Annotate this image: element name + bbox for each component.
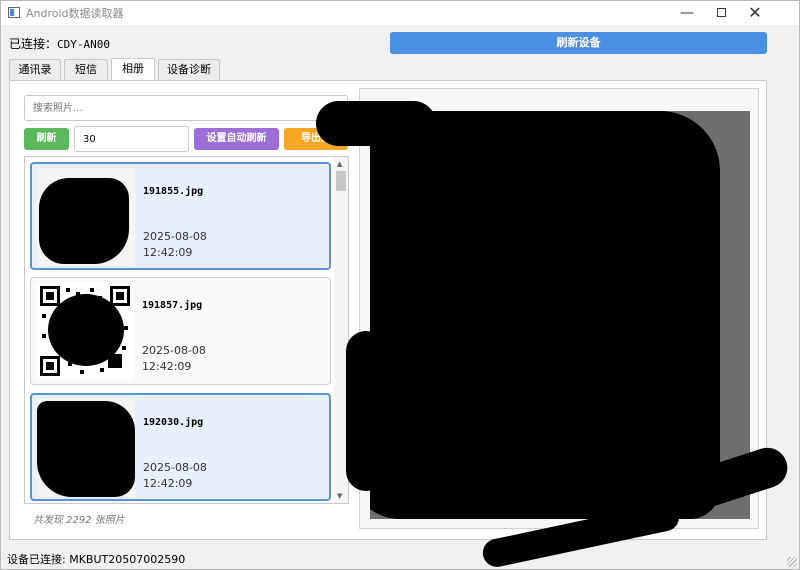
photo-date: 2025-08-08 [143,230,207,243]
connection-status: 已连接：CDY-AN00 [9,35,110,52]
scroll-up-icon[interactable]: ▲ [337,160,342,168]
window-title: Android数据读取器 [26,7,124,20]
tab-album[interactable]: 相册 [111,58,155,81]
redacted-region [39,178,129,264]
connected-device-name: CDY-AN00 [57,38,110,51]
photo-time: 12:42:09 [142,360,192,373]
refresh-device-button[interactable]: 刷新设备 [390,32,767,54]
photo-filename: 191857.jpg [142,300,203,311]
photo-time: 12:42:09 [143,246,193,259]
photo-time: 12:42:09 [143,477,193,490]
title-bar: Android数据读取器 — ✕ [1,1,799,25]
connection-label: 已连接： [9,37,58,51]
tab-sms[interactable]: 短信 [64,59,108,80]
redacted-region [316,101,436,146]
photo-thumbnail [36,282,134,380]
scrollbar-thumb[interactable] [336,171,346,191]
refresh-photos-button[interactable]: 刷新 [24,128,69,150]
photo-filename: 191855.jpg [143,186,204,197]
photo-date: 2025-08-08 [143,461,207,474]
maximize-icon[interactable] [704,1,738,25]
photo-list[interactable]: 191855.jpg 2025-08-08 12:42:09 191857.jp… [24,156,349,504]
resize-grip-icon[interactable] [787,557,797,567]
redacted-region [370,111,720,519]
refresh-interval-input[interactable] [74,126,189,152]
photo-search-input[interactable] [24,95,348,121]
status-bar: 设备已连接: MKBUT20507002590 [7,553,186,566]
redacted-region [346,331,386,491]
photo-preview-panel [359,88,759,529]
photo-thumbnail [37,168,135,266]
photo-preview-image [370,111,750,519]
photo-date: 2025-08-08 [142,344,206,357]
photo-thumbnail [37,399,135,497]
qr-code-icon [40,286,130,376]
redacted-region [37,401,135,497]
photo-count: 共发现 2292 张照片 [33,515,125,526]
photo-item[interactable]: 191855.jpg 2025-08-08 12:42:09 [30,162,331,270]
app-window: Android数据读取器 — ✕ 已连接：CDY-AN00 刷新设备 通讯录 短… [0,0,800,570]
tab-contacts[interactable]: 通讯录 [9,59,61,80]
tab-device-diagnostics[interactable]: 设备诊断 [158,59,220,80]
photo-item[interactable]: 192030.jpg 2025-08-08 12:42:09 [30,393,331,501]
photo-filename: 192030.jpg [143,417,204,428]
set-auto-refresh-button[interactable]: 设置自动刷新 [194,128,279,150]
close-icon[interactable]: ✕ [738,1,772,25]
app-icon [8,7,20,18]
photo-item[interactable]: 191857.jpg 2025-08-08 12:42:09 [30,277,331,385]
scroll-down-icon[interactable]: ▼ [337,492,342,500]
minimize-icon[interactable]: — [670,1,704,25]
